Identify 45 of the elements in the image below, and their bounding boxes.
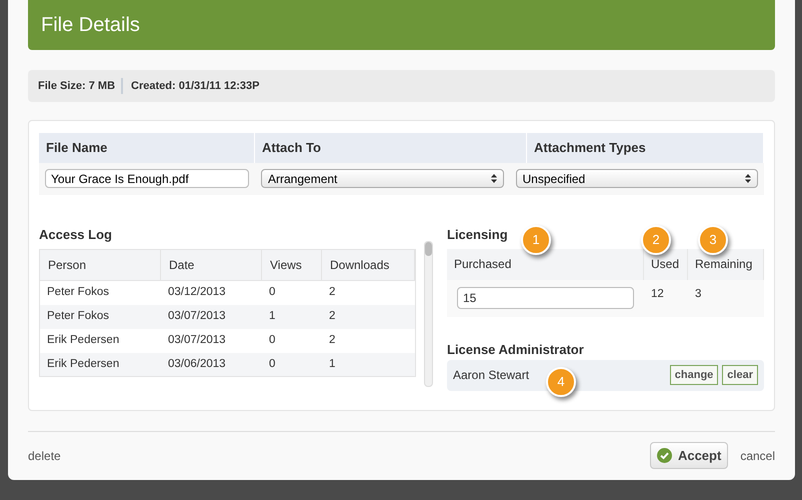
table-cell-text: 1 bbox=[268, 308, 276, 324]
table-cell-text: Peter Fokos bbox=[46, 284, 110, 300]
scrollbar[interactable] bbox=[424, 240, 433, 387]
column-header: Downloads bbox=[322, 250, 415, 280]
column-header: Date bbox=[161, 250, 262, 280]
admin-action-button[interactable]: clear bbox=[722, 365, 758, 386]
table-cell-text: 03/12/2013 bbox=[167, 284, 227, 300]
dropdown[interactable]: Unspecified bbox=[516, 169, 758, 188]
column-header: Views bbox=[262, 250, 322, 280]
column-header: Person bbox=[40, 250, 161, 280]
updown-icon bbox=[745, 174, 751, 184]
table-cell-text: 2 bbox=[328, 308, 336, 324]
table-cell-text: 03/07/2013 bbox=[167, 308, 227, 324]
table-cell-text: 03/07/2013 bbox=[167, 332, 227, 348]
table-cell-text: 0 bbox=[268, 332, 276, 348]
table-cell-text: Erik Pedersen bbox=[46, 332, 120, 348]
used-count: 12 bbox=[650, 286, 665, 302]
table-cell-text: 03/06/2013 bbox=[167, 356, 227, 372]
table-cell-text: Erik Pedersen bbox=[46, 356, 120, 372]
info-text: Created: 01/31/11 12:33P bbox=[121, 78, 260, 94]
section-title: License Administrator bbox=[447, 340, 584, 359]
table-cell-text: 2 bbox=[328, 332, 336, 348]
admin-action-button[interactable]: change bbox=[670, 365, 718, 386]
callout-marker: 2 bbox=[641, 224, 671, 255]
table-cell-text: 0 bbox=[268, 284, 276, 300]
accept-button[interactable]: Accept bbox=[650, 442, 728, 470]
section-title: Access Log bbox=[39, 226, 113, 244]
dialog-title: File Details bbox=[41, 13, 140, 38]
file-name-field[interactable]: Your Grace Is Enough.pdf bbox=[45, 169, 249, 188]
callout-marker: 1 bbox=[521, 224, 551, 255]
delete-link[interactable]: delete bbox=[28, 446, 650, 465]
table-cell-text: Peter Fokos bbox=[46, 308, 110, 324]
section-title: Licensing bbox=[447, 226, 508, 244]
callout-marker: 3 bbox=[698, 224, 728, 255]
dropdown[interactable]: Arrangement bbox=[261, 169, 504, 188]
table-cell-text: 2 bbox=[328, 284, 336, 300]
info-text: File Size: 7 MB bbox=[38, 78, 116, 94]
remaining-count: 3 bbox=[694, 286, 702, 302]
updown-icon bbox=[490, 174, 496, 184]
cancel-link[interactable]: cancel bbox=[740, 446, 775, 465]
table-cell-text: 0 bbox=[268, 356, 276, 372]
table-cell-text: 1 bbox=[328, 356, 336, 372]
admin-name: Aaron Stewart bbox=[453, 367, 530, 384]
checkmark-icon bbox=[656, 448, 672, 464]
purchased-field[interactable]: 15 bbox=[457, 287, 634, 310]
